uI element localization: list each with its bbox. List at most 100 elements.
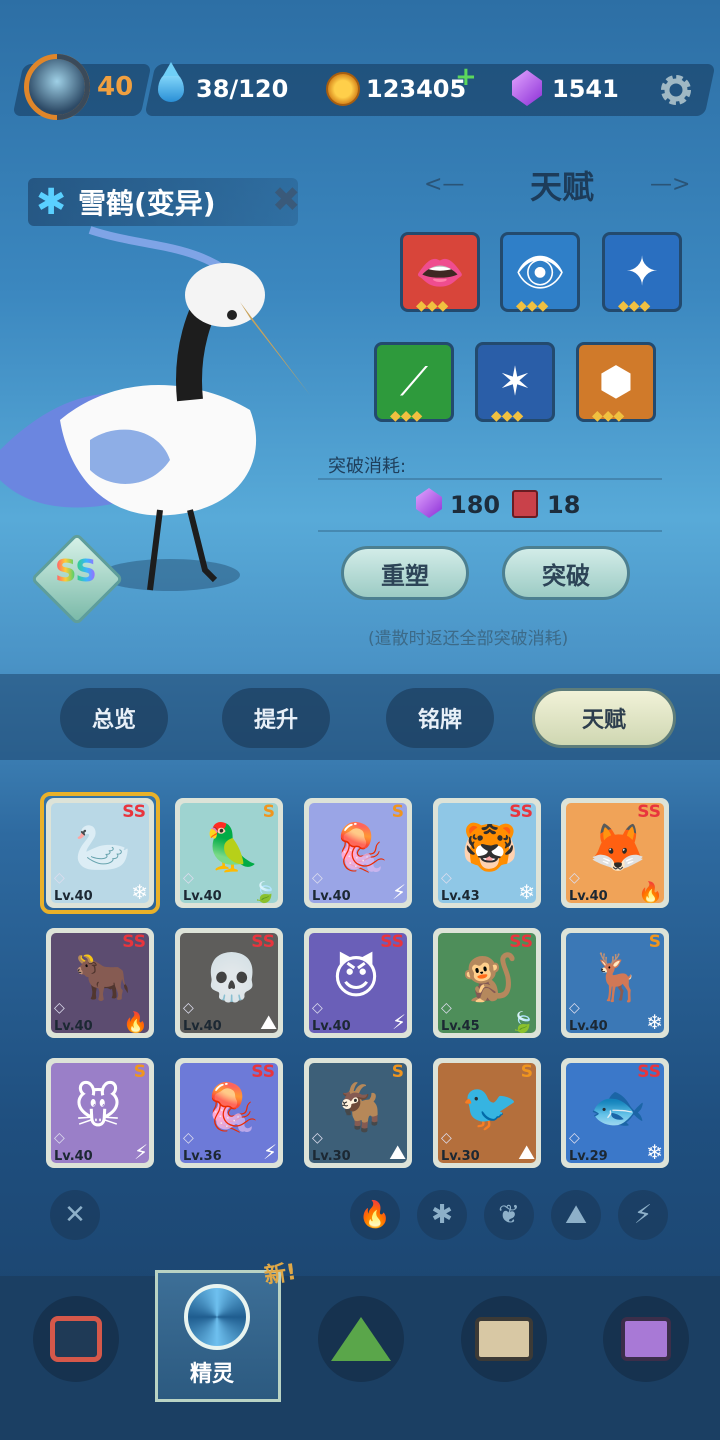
- pet-level: Lv.40: [54, 1019, 93, 1034]
- coin-value: 123405: [366, 75, 467, 103]
- breakthrough-button[interactable]: 突破: [502, 546, 630, 600]
- pet-card[interactable]: 💀 SS ◇ Lv.40 ⛰: [175, 928, 283, 1038]
- nav-chest-icon[interactable]: [461, 1296, 547, 1382]
- ice-filter-icon[interactable]: ✱: [417, 1190, 467, 1240]
- element-icon: ⛰: [389, 1140, 406, 1164]
- pets-swirl-icon: [184, 1284, 250, 1350]
- pet-card[interactable]: 🐂 SS ◇ Lv.40 🔥: [46, 928, 154, 1038]
- pet-grade: S: [391, 802, 404, 822]
- pet-grade: SS: [509, 932, 533, 952]
- lock-icon: ◇: [312, 1130, 323, 1146]
- gem-value: 1541: [552, 75, 619, 103]
- nav-console-icon[interactable]: [33, 1296, 119, 1382]
- talent-level-dots: ◆◆◆: [491, 408, 524, 424]
- title-decoration-left: <—: [424, 172, 465, 197]
- pet-card[interactable]: 🐦 S ◇ Lv.30 ⛰: [433, 1058, 541, 1168]
- breakthrough-cost-label: 突破消耗:: [328, 456, 407, 477]
- pet-level: Lv.40: [183, 1019, 222, 1034]
- pet-portrait-icon: 🦊: [589, 820, 647, 874]
- gem-cost: 180: [450, 491, 501, 519]
- talent-level-dots: ◆◆◆: [516, 298, 549, 314]
- lock-icon: ◇: [54, 1130, 65, 1146]
- element-icon: ⚡: [391, 1010, 406, 1034]
- talent-level-dots: ◆◆◆: [618, 298, 651, 314]
- leaf-filter-icon[interactable]: ❦: [484, 1190, 534, 1240]
- nav-pets-label: 精灵: [190, 1362, 235, 1387]
- talent-level-dots: ◆◆◆: [390, 408, 423, 424]
- tab-overview[interactable]: 总览: [60, 688, 168, 748]
- element-icon: ⛰: [260, 1010, 277, 1034]
- clear-filter-icon[interactable]: ✕: [50, 1190, 100, 1240]
- pet-portrait-icon: 🐭: [74, 1080, 122, 1134]
- lock-icon: ◇: [569, 1000, 580, 1016]
- pet-portrait-icon: 🐯: [461, 820, 519, 874]
- pet-grade: SS: [122, 932, 146, 952]
- pet-portrait-icon: 🦜: [203, 820, 261, 874]
- reshape-button[interactable]: 重塑: [341, 546, 469, 600]
- dismiss-note: (遣散时返还全部突破消耗): [368, 629, 569, 649]
- pet-level: Lv.36: [183, 1149, 222, 1164]
- tab-nameplate[interactable]: 铭牌: [386, 688, 494, 748]
- settings-gear-icon[interactable]: [656, 70, 696, 110]
- pet-level: Lv.40: [312, 1019, 351, 1034]
- pet-card[interactable]: 🦢 SS ◇ Lv.40 ❄: [40, 792, 160, 914]
- pet-level: Lv.30: [312, 1149, 351, 1164]
- pet-grade: SS: [380, 932, 404, 952]
- pet-portrait-icon: 💀: [203, 950, 261, 1004]
- nav-mountain-icon[interactable]: [318, 1296, 404, 1382]
- pet-portrait-icon: 🐦: [461, 1080, 519, 1134]
- tab-talent[interactable]: 天赋: [532, 688, 676, 748]
- element-icon: ❄: [646, 1140, 663, 1164]
- fire-filter-icon[interactable]: 🔥: [350, 1190, 400, 1240]
- pet-grade: SS: [637, 1062, 661, 1082]
- new-badge: 新!: [262, 1259, 298, 1290]
- pet-card[interactable]: 😈 SS ◇ Lv.40 ⚡: [304, 928, 412, 1038]
- pet-portrait-icon: 🪼: [332, 820, 390, 874]
- element-icon: ⛰: [518, 1140, 535, 1164]
- player-avatar[interactable]: [24, 54, 90, 120]
- element-icon: 🔥: [123, 1010, 148, 1034]
- pet-card[interactable]: 🐐 S ◇ Lv.30 ⛰: [304, 1058, 412, 1168]
- lock-icon: ◇: [183, 1000, 194, 1016]
- lock-icon: ◇: [441, 870, 452, 886]
- pet-grade: S: [262, 802, 275, 822]
- pet-card[interactable]: 🐭 S ◇ Lv.40 ⚡: [46, 1058, 154, 1168]
- tab-upgrade[interactable]: 提升: [222, 688, 330, 748]
- book-cost-icon: [512, 490, 538, 518]
- pet-card[interactable]: 🦜 S ◇ Lv.40 🍃: [175, 798, 283, 908]
- talent-level-dots: ◆◆◆: [592, 408, 625, 424]
- element-icon: ❄: [518, 880, 535, 904]
- pet-portrait-icon: 🦌: [589, 950, 647, 1004]
- pet-portrait-icon: 🐐: [332, 1080, 390, 1134]
- pet-card[interactable]: 🐯 SS ◇ Lv.43 ❄: [433, 798, 541, 908]
- pet-portrait-icon: 🐟: [589, 1080, 647, 1134]
- pet-level: Lv.29: [569, 1149, 608, 1164]
- pet-level: Lv.40: [312, 889, 351, 904]
- ice-element-icon: ✱: [36, 182, 67, 223]
- close-icon[interactable]: ✖: [272, 180, 301, 220]
- lock-icon: ◇: [183, 870, 194, 886]
- pet-level: Lv.40: [183, 889, 222, 904]
- pet-card[interactable]: 🦊 SS ◇ Lv.40 🔥: [561, 798, 669, 908]
- pet-level: Lv.40: [569, 889, 608, 904]
- earth-filter-icon[interactable]: ⛰: [551, 1190, 601, 1240]
- pet-portrait-icon: 😈: [332, 950, 380, 1004]
- pet-grade: S: [648, 932, 661, 952]
- pet-portrait-icon: 🐂: [74, 950, 132, 1004]
- thunder-filter-icon[interactable]: ⚡: [618, 1190, 668, 1240]
- pet-card[interactable]: 🦌 S ◇ Lv.40 ❄: [561, 928, 669, 1038]
- pet-name: 雪鹤(变异): [78, 187, 216, 220]
- pet-card[interactable]: 🪼 SS ◇ Lv.36 ⚡: [175, 1058, 283, 1168]
- pet-card[interactable]: 🐟 SS ◇ Lv.29 ❄: [561, 1058, 669, 1168]
- pet-portrait-icon: 🐒: [461, 950, 519, 1004]
- element-icon: ⚡: [262, 1140, 277, 1164]
- book-cost: 18: [547, 491, 581, 519]
- pet-card[interactable]: 🪼 S ◇ Lv.40 ⚡: [304, 798, 412, 908]
- lock-icon: ◇: [312, 1000, 323, 1016]
- talent-level-dots: ◆◆◆: [416, 298, 449, 314]
- nav-map-pin-icon[interactable]: [603, 1296, 689, 1382]
- pet-grade: SS: [251, 932, 275, 952]
- pet-level: Lv.45: [441, 1019, 480, 1034]
- pet-card[interactable]: 🐒 SS ◇ Lv.45 🍃: [433, 928, 541, 1038]
- add-coins-button[interactable]: +: [455, 62, 477, 92]
